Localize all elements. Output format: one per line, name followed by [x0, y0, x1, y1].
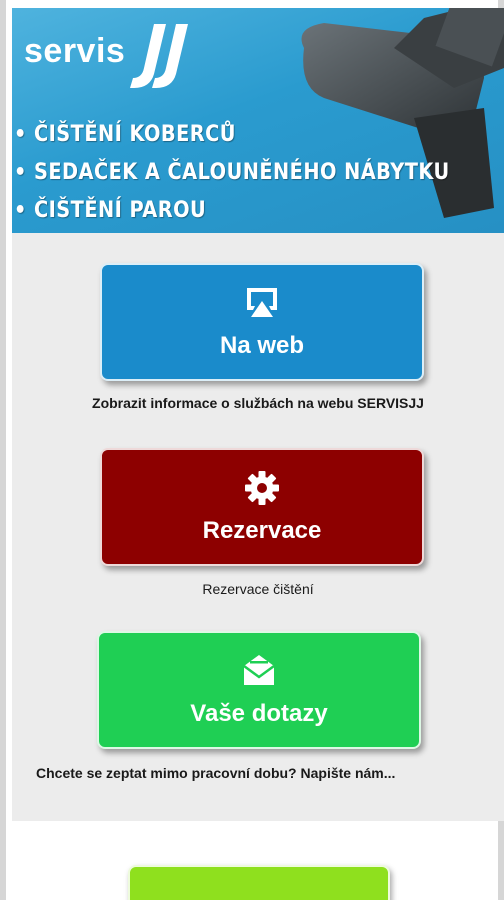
questions-button-label: Vaše dotazy	[190, 700, 328, 727]
reservation-button[interactable]: Rezervace	[100, 448, 424, 566]
banner-line-upholstery: • SEDAČEK A ČALOUNĚNÉHO NÁBYTKU	[14, 160, 450, 185]
bottom-partial-button[interactable]	[128, 865, 390, 900]
banner-line-steam: • ČIŠTĚNÍ PAROU	[14, 198, 207, 223]
banner-service-list: • ČIŠTĚNÍ KOBERCŮ • SEDAČEK A ČALOUNĚNÉH…	[14, 116, 504, 230]
banner-line-carpets: • ČIŠTĚNÍ KOBERCŮ	[14, 122, 236, 147]
envelope-icon	[243, 655, 275, 685]
gear-icon	[245, 471, 279, 505]
web-button-label: Na web	[219, 332, 305, 359]
questions-button[interactable]: Vaše dotazy	[97, 631, 421, 749]
logo-jj-mark	[130, 24, 188, 88]
airplay-icon	[247, 288, 277, 317]
header-banner: servis • ČIŠTĚNÍ KOBERCŮ • SEDAČEK A ČAL…	[12, 8, 504, 233]
logo-text: servis	[24, 32, 126, 70]
reservation-caption: Rezervace čištění	[202, 581, 314, 597]
web-caption: Zobrazit informace o službách na webu SE…	[92, 395, 424, 411]
web-button[interactable]: Na web	[100, 263, 424, 381]
questions-caption: Chcete se zeptat mimo pracovní dobu? Nap…	[36, 765, 396, 781]
reservation-button-label: Rezervace	[202, 517, 322, 544]
menu-panel: Na web Zobrazit informace o službách na …	[12, 233, 504, 821]
app-frame: servis • ČIŠTĚNÍ KOBERCŮ • SEDAČEK A ČAL…	[0, 0, 504, 900]
